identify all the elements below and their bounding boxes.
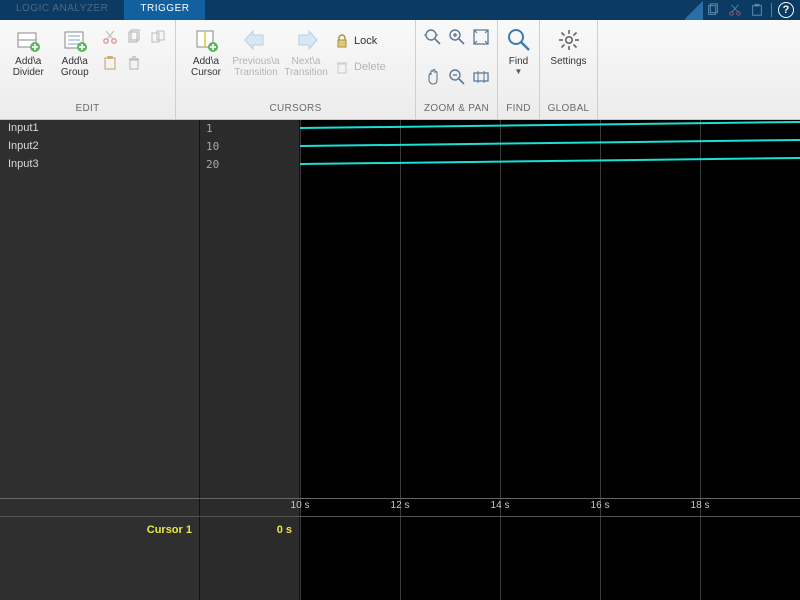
- copy-icon[interactable]: [705, 2, 721, 18]
- delete-cursor-label: Delete: [354, 61, 386, 73]
- ribbon-group-edit: Add\a Divider Add\a Group EDIT: [0, 20, 176, 119]
- waveform: [300, 139, 800, 147]
- trash-icon: [334, 59, 350, 75]
- waveform: [300, 121, 800, 129]
- add-cursor-icon: [192, 26, 220, 54]
- settings-button[interactable]: Settings: [546, 24, 591, 67]
- find-icon: [505, 26, 533, 54]
- zoom-in-button[interactable]: [446, 26, 468, 48]
- add-group-label: Add\a Group: [61, 56, 89, 78]
- settings-label: Settings: [550, 56, 586, 67]
- lock-button[interactable]: Lock: [332, 30, 388, 52]
- gridline: [500, 120, 501, 600]
- ribbon: Add\a Divider Add\a Group EDIT: [0, 20, 800, 120]
- gear-icon: [555, 26, 583, 54]
- add-group-button[interactable]: Add\a Group: [53, 24, 98, 78]
- cursor-value: 0 s: [200, 524, 300, 536]
- quick-access-separator: [771, 3, 772, 17]
- arrow-left-icon: [242, 26, 270, 54]
- tab-logic-analyzer[interactable]: LOGIC ANALYZER: [0, 0, 124, 20]
- axis-tick: 14 s: [491, 500, 510, 511]
- axis-tick: 10 s: [291, 500, 310, 511]
- signal-name[interactable]: Input3: [0, 156, 199, 174]
- cut-button[interactable]: [99, 26, 121, 48]
- duplicate-button[interactable]: [147, 26, 169, 48]
- cursor-label[interactable]: Cursor 1: [0, 524, 200, 536]
- time-axis-divider: [0, 498, 800, 499]
- zoom-out-button[interactable]: [446, 66, 468, 88]
- signal-value: 10: [200, 138, 299, 156]
- zoom-in-time-button[interactable]: [422, 26, 444, 48]
- axis-tick: 18 s: [691, 500, 710, 511]
- signal-name[interactable]: Input2: [0, 138, 199, 156]
- title-bar: LOGIC ANALYZER TRIGGER ?: [0, 0, 800, 20]
- ribbon-group-global: Settings GLOBAL: [540, 20, 598, 119]
- cursor-row-divider: [0, 516, 800, 517]
- find-button[interactable]: Find ▼: [504, 24, 533, 76]
- add-divider-icon: [14, 26, 42, 54]
- signal-value: 1: [200, 120, 299, 138]
- paste-button[interactable]: [99, 52, 121, 74]
- chevron-down-icon: ▼: [515, 67, 523, 76]
- delete-button[interactable]: [123, 52, 145, 74]
- pan-button[interactable]: [422, 66, 444, 88]
- axis-tick: 12 s: [391, 500, 410, 511]
- cut-icon[interactable]: [727, 2, 743, 18]
- add-divider-button[interactable]: Add\a Divider: [6, 24, 51, 78]
- ribbon-group-cursors: Add\a Cursor Previous\a Transition Next\…: [176, 20, 416, 119]
- next-transition-label: Next\a Transition: [284, 56, 328, 78]
- waveform: [300, 157, 800, 165]
- next-transition-button[interactable]: Next\a Transition: [282, 24, 330, 78]
- tab-trigger[interactable]: TRIGGER: [124, 0, 205, 20]
- group-label-find: FIND: [498, 103, 539, 119]
- waveform-plot[interactable]: 10 s 12 s 14 s 16 s 18 s: [300, 120, 800, 600]
- add-cursor-button[interactable]: Add\a Cursor: [182, 24, 230, 78]
- axis-tick: 16 s: [591, 500, 610, 511]
- lock-label: Lock: [354, 35, 377, 47]
- group-label-edit: EDIT: [0, 103, 175, 119]
- fit-to-view-button[interactable]: [470, 26, 492, 48]
- signal-name[interactable]: Input1: [0, 120, 199, 138]
- add-divider-label: Add\a Divider: [13, 56, 44, 78]
- copy-button[interactable]: [123, 26, 145, 48]
- workspace: Input1 Input2 Input3 1 10 20 10 s 12 s 1…: [0, 120, 800, 600]
- signal-value: 20: [200, 156, 299, 174]
- add-group-icon: [61, 26, 89, 54]
- previous-transition-label: Previous\a Transition: [232, 56, 279, 78]
- fit-to-time-button[interactable]: [470, 66, 492, 88]
- find-label: Find: [509, 56, 528, 67]
- gridline: [700, 120, 701, 600]
- group-label-global: GLOBAL: [540, 103, 597, 119]
- add-cursor-label: Add\a Cursor: [191, 56, 221, 78]
- ribbon-spacer: [598, 20, 800, 119]
- previous-transition-button[interactable]: Previous\a Transition: [232, 24, 280, 78]
- help-icon[interactable]: ?: [778, 2, 794, 18]
- quick-access-edge: [685, 0, 703, 20]
- gridline: [400, 120, 401, 600]
- delete-cursor-button[interactable]: Delete: [332, 56, 388, 78]
- arrow-right-icon: [292, 26, 320, 54]
- lock-icon: [334, 33, 350, 49]
- ribbon-group-find: Find ▼ FIND: [498, 20, 540, 119]
- paste-icon[interactable]: [749, 2, 765, 18]
- ribbon-group-zoom: ZOOM & PAN: [416, 20, 498, 119]
- group-label-zoom: ZOOM & PAN: [416, 103, 497, 119]
- gridline: [300, 120, 301, 600]
- gridline: [600, 120, 601, 600]
- group-label-cursors: CURSORS: [176, 103, 415, 119]
